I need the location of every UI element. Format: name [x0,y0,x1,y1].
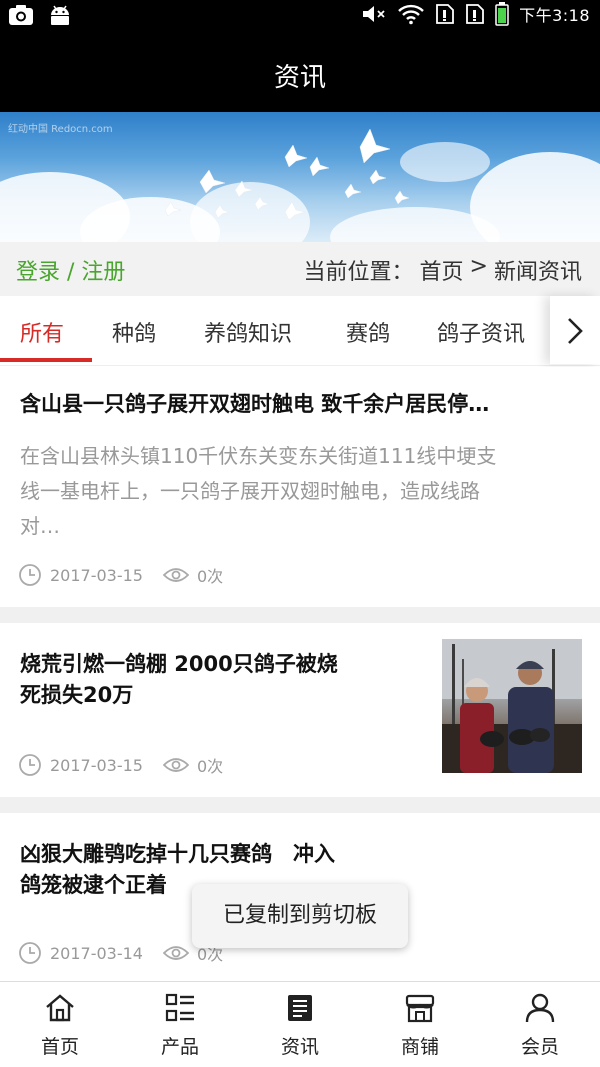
breadcrumb-home[interactable]: 首页 [420,254,464,286]
android-icon [48,4,72,26]
tab-pigeon-knowledge[interactable]: 养鸽知识 [204,316,292,348]
login-register-link[interactable]: 登录 / 注册 [16,254,125,286]
mute-icon [361,3,387,25]
page-title: 资讯 [273,63,326,93]
app-header: 资讯 [0,32,600,112]
article-date: 2017-03-15 [50,565,143,585]
tab-breeding-pigeons[interactable]: 种鸽 [112,316,156,348]
active-tab-indicator [0,358,92,362]
breadcrumb-label: 当前位置： [303,260,414,285]
article-item[interactable]: 含山县一只鸽子展开双翅时触电 致千余户居民停… 在含山县林头镇110千伏东关变东… [0,367,600,607]
nav-products[interactable]: 产品 [120,982,240,1067]
nav-label: 产品 [160,1036,199,1058]
article-meta: 2017-03-14 0次 [18,941,223,965]
article-views: 0次 [196,567,224,586]
tabs-next-button[interactable] [550,296,600,364]
clock-icon [18,563,42,587]
article-item[interactable]: 烧荒引燃一鸽棚 2000只鸽子被烧 死损失20万 2017-03-15 0次 [0,623,600,797]
divider [0,797,600,813]
sim-icon [435,3,455,25]
article-meta: 2017-03-15 0次 [18,563,223,587]
breadcrumb: 当前位置： 首页 > 新闻资讯 [304,254,582,286]
tab-pigeon-news[interactable]: 鸽子资讯 [437,316,525,348]
banner-image[interactable]: 红动中国 Redocn.com [0,112,600,242]
divider [0,607,600,623]
nav-store[interactable]: 商铺 [360,982,480,1067]
banner-watermark: 红动中国 Redocn.com [8,124,113,135]
tab-all[interactable]: 所有 [20,316,64,348]
copied-toast: 已复制到剪切板 [192,884,408,948]
article-date: 2017-03-14 [50,943,143,963]
nav-label: 商铺 [400,1036,439,1058]
title-line: 凶狠大雕鸮吃掉十几只赛鸽 冲入 [20,842,335,866]
eye-icon [162,944,189,962]
article-title: 烧荒引燃一鸽棚 2000只鸽子被烧 死损失20万 [20,649,338,711]
nav-member[interactable]: 会员 [480,982,600,1067]
breadcrumb-bar: 登录 / 注册 当前位置： 首页 > 新闻资讯 [0,242,600,296]
clock-icon [18,941,42,965]
eye-icon [162,756,189,774]
article-views: 0次 [196,757,224,776]
bottom-nav: 首页 产品 资讯 商铺 会员 [0,981,600,1067]
article-date: 2017-03-15 [50,755,143,775]
eye-icon [162,566,189,584]
tab-racing-pigeons[interactable]: 赛鸽 [346,316,390,348]
summary-line: 对… [20,514,60,538]
article-title: 含山县一只鸽子展开双翅时触电 致千余户居民停… [20,392,490,416]
nav-label: 资讯 [280,1036,319,1058]
summary-line: 在含山县林头镇110千伏东关变东关街道111线中埂支 [20,444,497,468]
title-line: 烧荒引燃一鸽棚 2000只鸽子被烧 [20,652,338,676]
sim-icon [465,3,485,25]
category-tabs: 所有 种鸽 养鸽知识 赛鸽 鸽子资讯 [0,296,600,366]
nav-news[interactable]: 资讯 [240,982,360,1067]
wifi-icon [397,3,425,25]
camera-icon [8,4,34,26]
article-meta: 2017-03-15 0次 [18,753,223,777]
article-thumbnail [442,639,582,773]
status-time: 下午3:18 [519,6,590,25]
article-summary: 在含山县林头镇110千伏东关变东关街道111线中埂支 线一基电杆上，一只鸽子展开… [20,439,580,544]
breadcrumb-current: 新闻资讯 [493,260,582,285]
status-left [8,4,72,26]
title-line: 死损失20万 [20,683,134,707]
summary-line: 线一基电杆上，一只鸽子展开双翅时触电，造成线路 [20,479,480,503]
breadcrumb-separator: > [469,254,488,279]
nav-home[interactable]: 首页 [0,982,120,1067]
nav-label: 会员 [520,1036,559,1058]
nav-label: 首页 [40,1036,79,1058]
status-right: 下午3:18 [361,2,590,26]
battery-icon [495,2,509,26]
status-bar: 下午3:18 [0,0,600,32]
clock-icon [18,753,42,777]
